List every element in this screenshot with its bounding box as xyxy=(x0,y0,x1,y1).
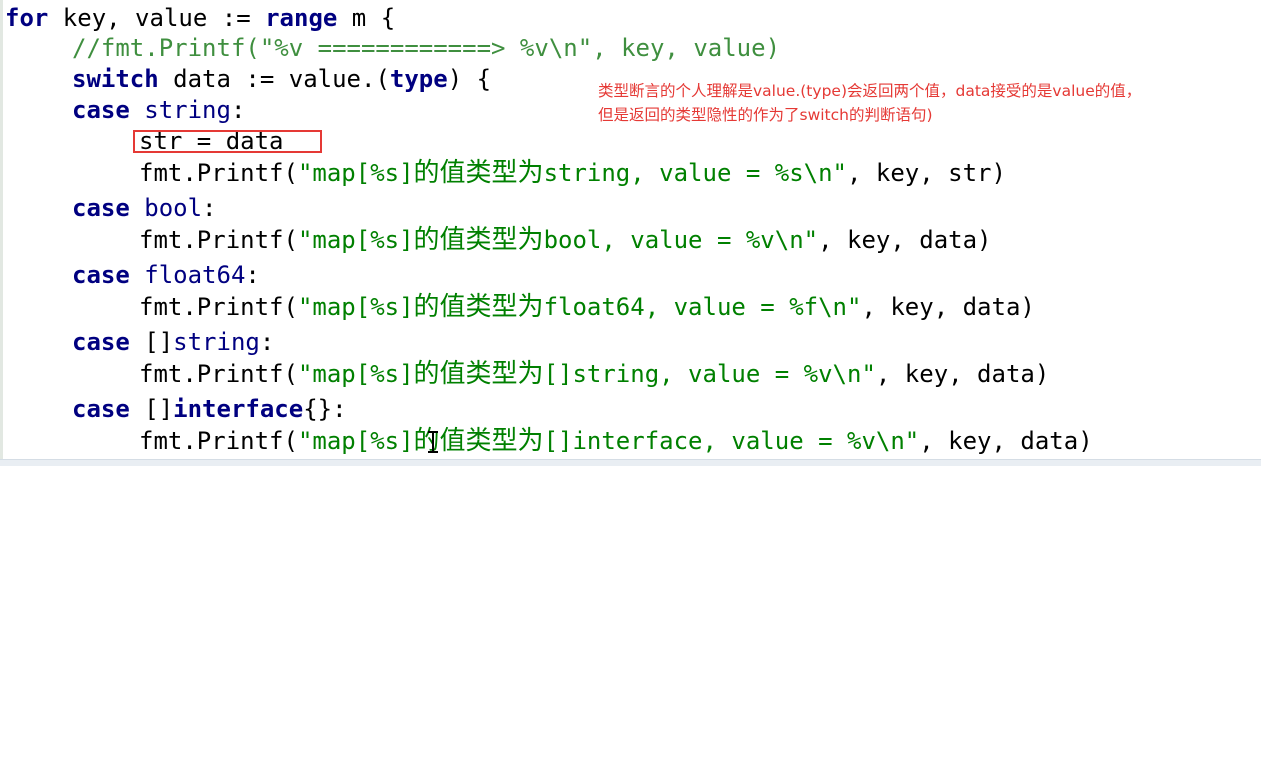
string-literal: float64, value = %f\n" xyxy=(543,293,862,321)
text-cursor-ibeam-icon xyxy=(428,430,438,454)
code-line-3: switch data := value.(type) { xyxy=(72,63,491,95)
keyword-for: for xyxy=(5,4,49,32)
type-name: float64 xyxy=(129,261,246,289)
code-text: : xyxy=(230,96,246,124)
annotation-note: 类型断言的个人理解是value.(type)会返回两个值，data接受的是val… xyxy=(598,79,1258,127)
horizontal-scrollbar[interactable] xyxy=(0,459,1261,466)
code-line-7: case bool: xyxy=(72,192,217,224)
highlight-box xyxy=(133,130,322,153)
code-editor[interactable]: for key, value := range m { //fmt.Printf… xyxy=(5,0,1093,784)
code-text: , key, data) xyxy=(919,427,1093,455)
code-text: : xyxy=(259,328,275,356)
code-text: m { xyxy=(337,4,396,32)
code-text: {}: xyxy=(303,395,347,423)
code-text: , key, str) xyxy=(847,159,1006,187)
code-line-9: case float64: xyxy=(72,259,260,291)
keyword-interface: interface xyxy=(173,395,304,423)
keyword-case: case xyxy=(72,328,130,356)
string-literal-cjk: 的值类型为 xyxy=(413,359,544,389)
code-text: ) { xyxy=(447,65,492,93)
code-line-11: case []string: xyxy=(72,326,274,358)
string-literal-cjk: 的值类型为 xyxy=(413,225,544,255)
string-literal: "map[%s] xyxy=(297,293,414,321)
keyword-range: range xyxy=(265,4,338,32)
keyword-case: case xyxy=(72,96,130,124)
code-text: : xyxy=(202,194,217,222)
code-text: : xyxy=(245,261,260,289)
string-literal-cjk: 的值类型为 xyxy=(413,158,544,188)
editor-gutter xyxy=(0,0,3,466)
keyword-case: case xyxy=(72,194,130,222)
code-comment: //fmt.Printf("%v ============> %v\n", ke… xyxy=(72,34,781,62)
string-literal: string, value = %s\n" xyxy=(543,159,847,187)
string-literal-cjk: 的值类型为 xyxy=(413,292,544,322)
string-literal: bool, value = %v\n" xyxy=(543,226,819,254)
code-text: fmt.Printf( xyxy=(139,226,298,254)
code-text: [] xyxy=(129,328,174,356)
keyword-case: case xyxy=(72,261,130,289)
code-line-4: case string: xyxy=(72,94,245,126)
code-text: fmt.Printf( xyxy=(139,427,298,455)
string-literal: "map[%s] xyxy=(297,226,414,254)
string-literal: []interface, value = %v\n" xyxy=(543,427,920,455)
code-text: key, value := xyxy=(48,4,266,32)
code-text: data := value.( xyxy=(158,65,390,93)
code-text: , key, data) xyxy=(861,293,1035,321)
code-line-10: fmt.Printf("map[%s]的值类型为float64, value =… xyxy=(139,291,1035,323)
keyword-switch: switch xyxy=(72,65,159,93)
code-line-8: fmt.Printf("map[%s]的值类型为bool, value = %v… xyxy=(139,224,992,256)
code-text: fmt.Printf( xyxy=(139,159,298,187)
type-name: string xyxy=(129,96,231,124)
code-line-1: for key, value := range m { xyxy=(5,2,395,34)
code-text: fmt.Printf( xyxy=(139,293,298,321)
string-literal: "map[%s] xyxy=(297,427,414,455)
code-line-6: fmt.Printf("map[%s]的值类型为string, value = … xyxy=(139,157,1006,189)
annotation-line-1: 类型断言的个人理解是value.(type)会返回两个值，data接受的是val… xyxy=(598,82,1142,100)
code-text: fmt.Printf( xyxy=(139,360,298,388)
string-literal: []string, value = %v\n" xyxy=(543,360,876,388)
code-text: , key, data) xyxy=(875,360,1050,388)
string-literal: "map[%s] xyxy=(297,360,414,388)
keyword-type: type xyxy=(389,65,448,93)
code-text: , key, data) xyxy=(818,226,992,254)
type-name: string xyxy=(173,328,260,356)
code-line-12: fmt.Printf("map[%s]的值类型为[]string, value … xyxy=(139,358,1049,390)
code-text: [] xyxy=(129,395,174,423)
code-line-13: case []interface{}: xyxy=(72,393,347,425)
type-name: bool xyxy=(129,194,203,222)
keyword-case: case xyxy=(72,395,130,423)
string-literal: "map[%s] xyxy=(297,159,414,187)
code-line-2: //fmt.Printf("%v ============> %v\n", ke… xyxy=(72,32,780,64)
code-line-14: fmt.Printf("map[%s]的值类型为[]interface, val… xyxy=(139,425,1093,457)
annotation-line-2: 但是返回的类型隐性的作为了switch的判断语句) xyxy=(598,106,933,124)
